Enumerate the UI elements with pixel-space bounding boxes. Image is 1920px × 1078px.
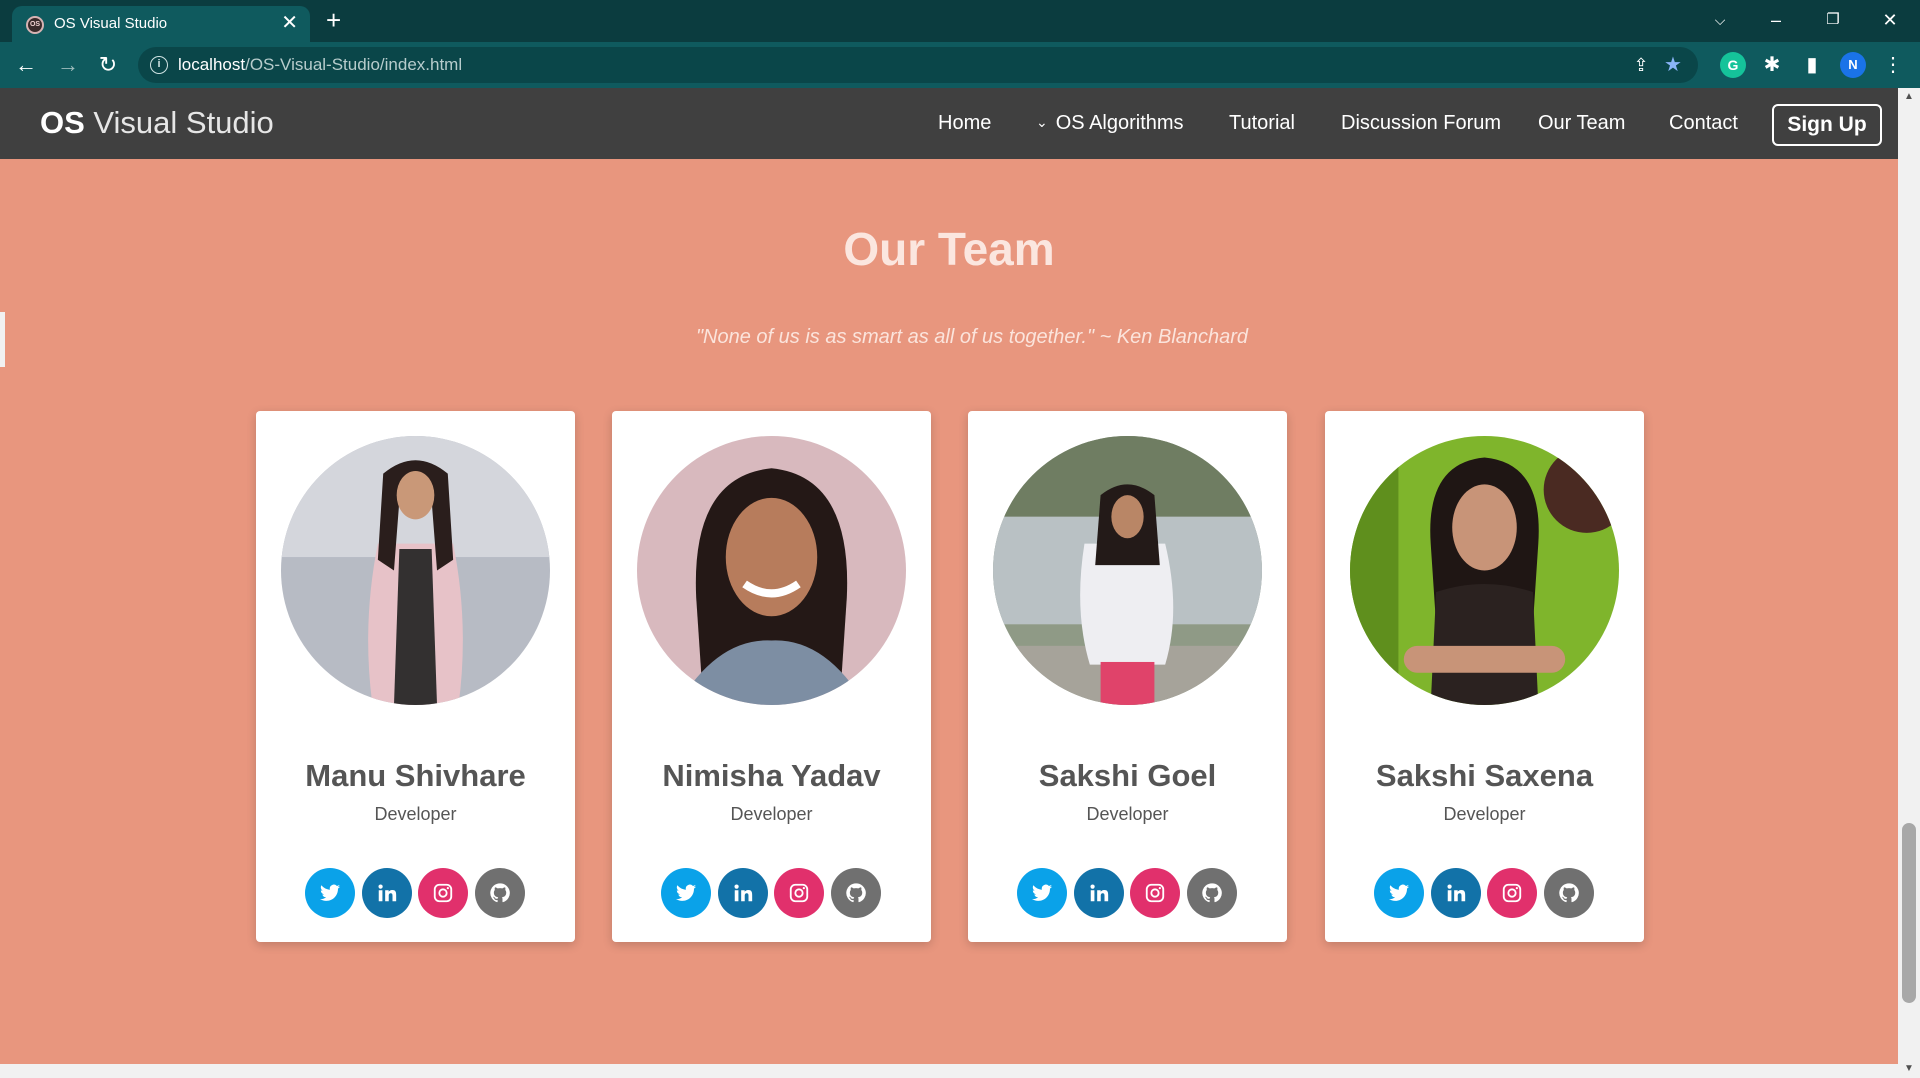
instagram-icon[interactable] <box>774 868 824 918</box>
linkedin-icon[interactable] <box>1431 868 1481 918</box>
section-title: Our Team <box>843 223 1055 275</box>
member-name: Manu Shivhare <box>305 758 526 793</box>
page-scrollbar[interactable]: ▲ ▼ <box>1898 88 1920 1078</box>
nav-link-home[interactable]: Home <box>938 112 991 135</box>
close-window-icon[interactable]: ✕ <box>1870 6 1910 34</box>
twitter-icon[interactable] <box>661 868 711 918</box>
social-links <box>661 868 883 918</box>
instagram-icon[interactable] <box>1487 868 1537 918</box>
github-icon[interactable] <box>831 868 881 918</box>
social-links <box>1374 868 1596 918</box>
member-photo <box>637 436 906 705</box>
member-role: Developer <box>1443 804 1526 824</box>
site-navbar: OS Visual Studio Home ⌄ OS Algorithms Tut… <box>0 88 1898 159</box>
member-photo <box>281 436 550 705</box>
browser-toolbar: ← → ↻ i localhost/OS-Visual-Studio/index… <box>0 42 1920 88</box>
restore-icon[interactable]: ❐ <box>1813 6 1853 34</box>
url-text: localhost/OS-Visual-Studio/index.html <box>178 55 463 74</box>
member-photo <box>993 436 1262 705</box>
site-favicon-icon: OS <box>26 16 44 34</box>
site-logo[interactable]: OS Visual Studio <box>40 105 274 141</box>
member-name: Sakshi Saxena <box>1375 758 1594 793</box>
horizontal-scroll-track <box>0 1064 1898 1078</box>
nav-link-discussion-forum[interactable]: Discussion Forum <box>1341 112 1501 135</box>
github-icon[interactable] <box>1187 868 1237 918</box>
tab-title: OS Visual Studio <box>54 15 168 32</box>
member-role: Developer <box>374 804 457 824</box>
team-card: Sakshi Saxena Developer <box>1325 411 1644 942</box>
github-icon[interactable] <box>475 868 525 918</box>
member-name: Nimisha Yadav <box>662 758 881 793</box>
member-role: Developer <box>1086 804 1169 824</box>
share-icon[interactable]: ⇪ <box>1628 52 1654 78</box>
linkedin-icon[interactable] <box>1074 868 1124 918</box>
nav-link-our-team[interactable]: Our Team <box>1538 112 1625 135</box>
scroll-down-icon[interactable]: ▼ <box>1898 1060 1920 1078</box>
twitter-icon[interactable] <box>1374 868 1424 918</box>
sign-up-button[interactable]: Sign Up <box>1772 104 1882 146</box>
nav-link-os-algorithms[interactable]: ⌄ OS Algorithms <box>1036 112 1184 135</box>
grammarly-extension-icon[interactable]: G <box>1720 52 1746 78</box>
profile-avatar[interactable]: N <box>1840 52 1866 78</box>
team-card: Nimisha Yadav Developer <box>612 411 931 942</box>
reload-icon[interactable]: ↻ <box>92 49 124 81</box>
address-bar[interactable]: i localhost/OS-Visual-Studio/index.html … <box>138 47 1698 83</box>
member-role: Developer <box>730 804 813 824</box>
minimize-icon[interactable]: – <box>1756 6 1796 34</box>
twitter-icon[interactable] <box>305 868 355 918</box>
github-icon[interactable] <box>1544 868 1594 918</box>
social-links <box>1017 868 1239 918</box>
scroll-up-icon[interactable]: ▲ <box>1898 88 1920 106</box>
close-tab-icon[interactable]: ✕ <box>281 12 298 34</box>
member-photo <box>1350 436 1619 705</box>
team-card: Manu Shivhare Developer <box>256 411 575 942</box>
team-card: Sakshi Goel Developer <box>968 411 1287 942</box>
browser-tab[interactable]: OS OS Visual Studio ✕ <box>12 6 310 42</box>
instagram-icon[interactable] <box>1130 868 1180 918</box>
extensions-puzzle-icon[interactable]: ✱ <box>1759 52 1785 78</box>
forward-icon[interactable]: → <box>52 49 84 81</box>
browser-menu-icon[interactable]: ⋮ <box>1880 52 1906 78</box>
team-quote: "None of us is as smart as all of us tog… <box>695 326 1249 348</box>
instagram-icon[interactable] <box>418 868 468 918</box>
site-info-icon[interactable]: i <box>150 56 168 74</box>
nav-link-contact[interactable]: Contact <box>1669 112 1738 135</box>
linkedin-icon[interactable] <box>718 868 768 918</box>
bookmark-star-icon[interactable]: ★ <box>1660 52 1686 78</box>
linkedin-icon[interactable] <box>362 868 412 918</box>
side-panel-icon[interactable]: ▮ <box>1799 52 1825 78</box>
back-icon[interactable]: ← <box>10 49 42 81</box>
social-links <box>305 868 527 918</box>
member-name: Sakshi Goel <box>1038 758 1217 793</box>
new-tab-button[interactable]: + <box>326 6 341 34</box>
browser-tab-bar: OS OS Visual Studio ✕ + ⌵ – ❐ ✕ <box>0 0 1920 42</box>
tab-search-icon[interactable]: ⌵ <box>1700 6 1740 34</box>
scrollbar-thumb[interactable] <box>1902 823 1916 1003</box>
chevron-down-icon: ⌄ <box>1036 114 1048 130</box>
nav-link-tutorial[interactable]: Tutorial <box>1229 112 1295 135</box>
twitter-icon[interactable] <box>1017 868 1067 918</box>
